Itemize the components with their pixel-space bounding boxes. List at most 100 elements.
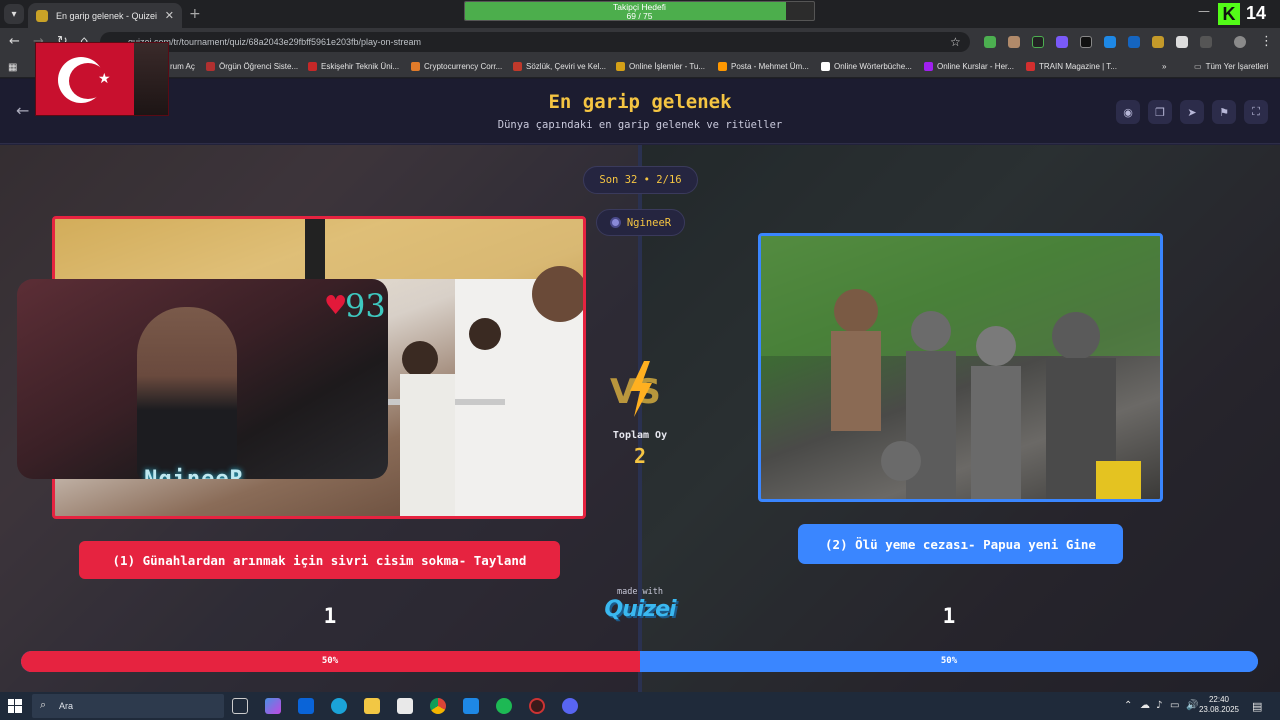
- heart-icon: ♥: [324, 291, 348, 321]
- quizei-favicon-icon: [36, 9, 48, 22]
- flag-icon[interactable]: ⚑: [1212, 100, 1236, 124]
- search-icon: ⌕: [40, 698, 47, 711]
- fullscreen-icon[interactable]: ⛶: [1244, 100, 1268, 124]
- vote-share-bar: [21, 651, 1258, 672]
- extension-icon[interactable]: [1128, 36, 1140, 48]
- new-tab-icon[interactable]: +: [189, 6, 201, 22]
- minimize-icon[interactable]: —: [1198, 4, 1210, 18]
- obs-icon[interactable]: [529, 698, 545, 714]
- webcam-person: [137, 307, 237, 479]
- bookmark-star-icon[interactable]: ☆: [950, 35, 961, 49]
- file-explorer-icon[interactable]: [364, 698, 380, 714]
- windows-start-icon[interactable]: [8, 699, 22, 713]
- extension-icon[interactable]: [1008, 36, 1020, 48]
- quizei-logo[interactable]: Quizei: [590, 597, 690, 622]
- webcam-overlay: ♥ 93 NgineeR: [17, 279, 388, 479]
- all-bookmarks-folder[interactable]: ▭ Tüm Yer İşaretleri: [1194, 62, 1268, 71]
- onedrive-icon[interactable]: ☁: [1140, 700, 1150, 711]
- quiz-title: En garip gelenek: [548, 91, 732, 113]
- bookmark-item[interactable]: Online İşlemler - Tu...: [616, 62, 705, 71]
- spotify-icon[interactable]: [496, 698, 512, 714]
- follower-goal-value: 69 / 75: [626, 11, 653, 21]
- total-votes-value: 2: [633, 444, 647, 468]
- extension-icon[interactable]: [1176, 36, 1188, 48]
- apps-grid-icon[interactable]: ▦: [8, 62, 17, 73]
- bookmark-item[interactable]: Örgün Öğrenci Siste...: [206, 62, 298, 71]
- task-view-icon[interactable]: [232, 698, 248, 714]
- star-icon: ★: [98, 71, 111, 87]
- clock-time: 22:40: [1208, 695, 1230, 704]
- extension-icon[interactable]: [1104, 36, 1116, 48]
- extension-icon[interactable]: [1056, 36, 1068, 48]
- bookmark-item[interactable]: Posta - Mehmet Üm...: [718, 62, 809, 71]
- extension-icon[interactable]: [984, 36, 996, 48]
- round-indicator: Son 32 • 2/16: [583, 166, 698, 194]
- option-right-photo: [761, 236, 1160, 499]
- option-right-percent: 50%: [940, 656, 958, 666]
- taskbar-search-placeholder: Ara: [59, 701, 74, 711]
- quiz-subtitle: Dünya çapındaki en garip gelenek ve ritü…: [497, 119, 783, 131]
- microphone-icon[interactable]: ♪: [1156, 700, 1162, 711]
- send-icon[interactable]: ➤: [1180, 100, 1204, 124]
- extension-icon[interactable]: [1032, 36, 1044, 48]
- url-text: quizei.com/tr/tournament/quiz/68a2043e29…: [128, 37, 422, 47]
- bookmark-favicon-icon: [1026, 62, 1035, 71]
- option-right-votes: 1: [942, 604, 956, 628]
- tab-search-icon[interactable]: ▾: [4, 4, 24, 24]
- bookmark-favicon-icon: [821, 62, 830, 71]
- kick-viewer-count: 14: [1246, 3, 1267, 23]
- bookmark-item[interactable]: Online Wörterbüche...: [821, 62, 912, 71]
- kick-logo: K: [1218, 3, 1240, 25]
- browser-tab[interactable]: En garip gelenek - Quizei ✕: [28, 3, 182, 28]
- option-right-image[interactable]: [758, 233, 1163, 502]
- bookmark-favicon-icon: [718, 62, 727, 71]
- option-left-button[interactable]: (1) Günahlardan arınmak için sivri cisim…: [79, 541, 560, 579]
- option-left-votes: 1: [323, 604, 337, 628]
- copy-icon[interactable]: ❐: [1148, 100, 1172, 124]
- bookmark-item[interactable]: Cryptocurrency Corr...: [411, 62, 502, 71]
- extension-icon[interactable]: [1152, 36, 1164, 48]
- profile-avatar[interactable]: [1234, 36, 1246, 48]
- back-icon[interactable]: ←: [9, 34, 20, 49]
- clock-date: 23.08.2025: [1198, 705, 1240, 714]
- option-right-button[interactable]: (2) Ölü yeme cezası- Papua yeni Gine: [798, 524, 1123, 564]
- store-icon[interactable]: [397, 698, 413, 714]
- streamer-name: NgineeR: [626, 216, 672, 229]
- eye-icon[interactable]: ◉: [1116, 100, 1140, 124]
- copilot-icon[interactable]: [265, 698, 281, 714]
- notification-icon[interactable]: ▤: [1252, 700, 1262, 713]
- heart-rate-value: 93: [345, 287, 386, 325]
- bookmark-item[interactable]: TRAIN Magazine | T...: [1026, 62, 1117, 71]
- bookmark-item[interactable]: Eskişehir Teknik Üni...: [308, 62, 399, 71]
- bookmark-favicon-icon: [616, 62, 625, 71]
- bookmark-favicon-icon: [308, 62, 317, 71]
- svg-text:VS: VS: [610, 372, 661, 412]
- user-avatar-icon: [609, 217, 621, 228]
- network-icon[interactable]: ▭: [1170, 700, 1179, 711]
- bookmark-favicon-icon: [411, 62, 420, 71]
- edge-icon[interactable]: [331, 698, 347, 714]
- made-with-label: made with: [616, 587, 664, 597]
- option-left-percent: 50%: [321, 656, 339, 666]
- chrome-icon[interactable]: [430, 698, 446, 714]
- bookmark-item[interactable]: Sözlük, Çeviri ve Kel...: [513, 62, 606, 71]
- extension-icon[interactable]: [1080, 36, 1092, 48]
- pinned-app-icon[interactable]: [463, 698, 479, 714]
- outlook-icon[interactable]: [298, 698, 314, 714]
- bookmark-item[interactable]: Online Kurslar - Her...: [924, 62, 1014, 71]
- tray-overflow-icon[interactable]: ⌃: [1124, 700, 1132, 711]
- follower-goal-bar: Takipçi Hedefi 69 / 75: [464, 1, 815, 21]
- webcam-name-logo: NgineeR: [114, 467, 274, 479]
- streamer-badge: NgineeR: [596, 209, 685, 236]
- bookmarks-overflow-icon[interactable]: »: [1162, 62, 1166, 71]
- bookmark-favicon-icon: [924, 62, 933, 71]
- turkish-flag-overlay: ★: [35, 42, 169, 116]
- extensions-puzzle-icon[interactable]: [1200, 36, 1212, 48]
- discord-icon[interactable]: [562, 698, 578, 714]
- menu-dots-icon[interactable]: ⋮: [1260, 34, 1273, 49]
- portrait-image: [134, 43, 168, 115]
- folder-icon: ▭: [1194, 62, 1202, 71]
- bookmark-item[interactable]: rum Aç: [170, 62, 195, 71]
- close-tab-icon[interactable]: ✕: [165, 9, 174, 22]
- taskbar-clock[interactable]: 22:40 23.08.2025: [1196, 695, 1242, 715]
